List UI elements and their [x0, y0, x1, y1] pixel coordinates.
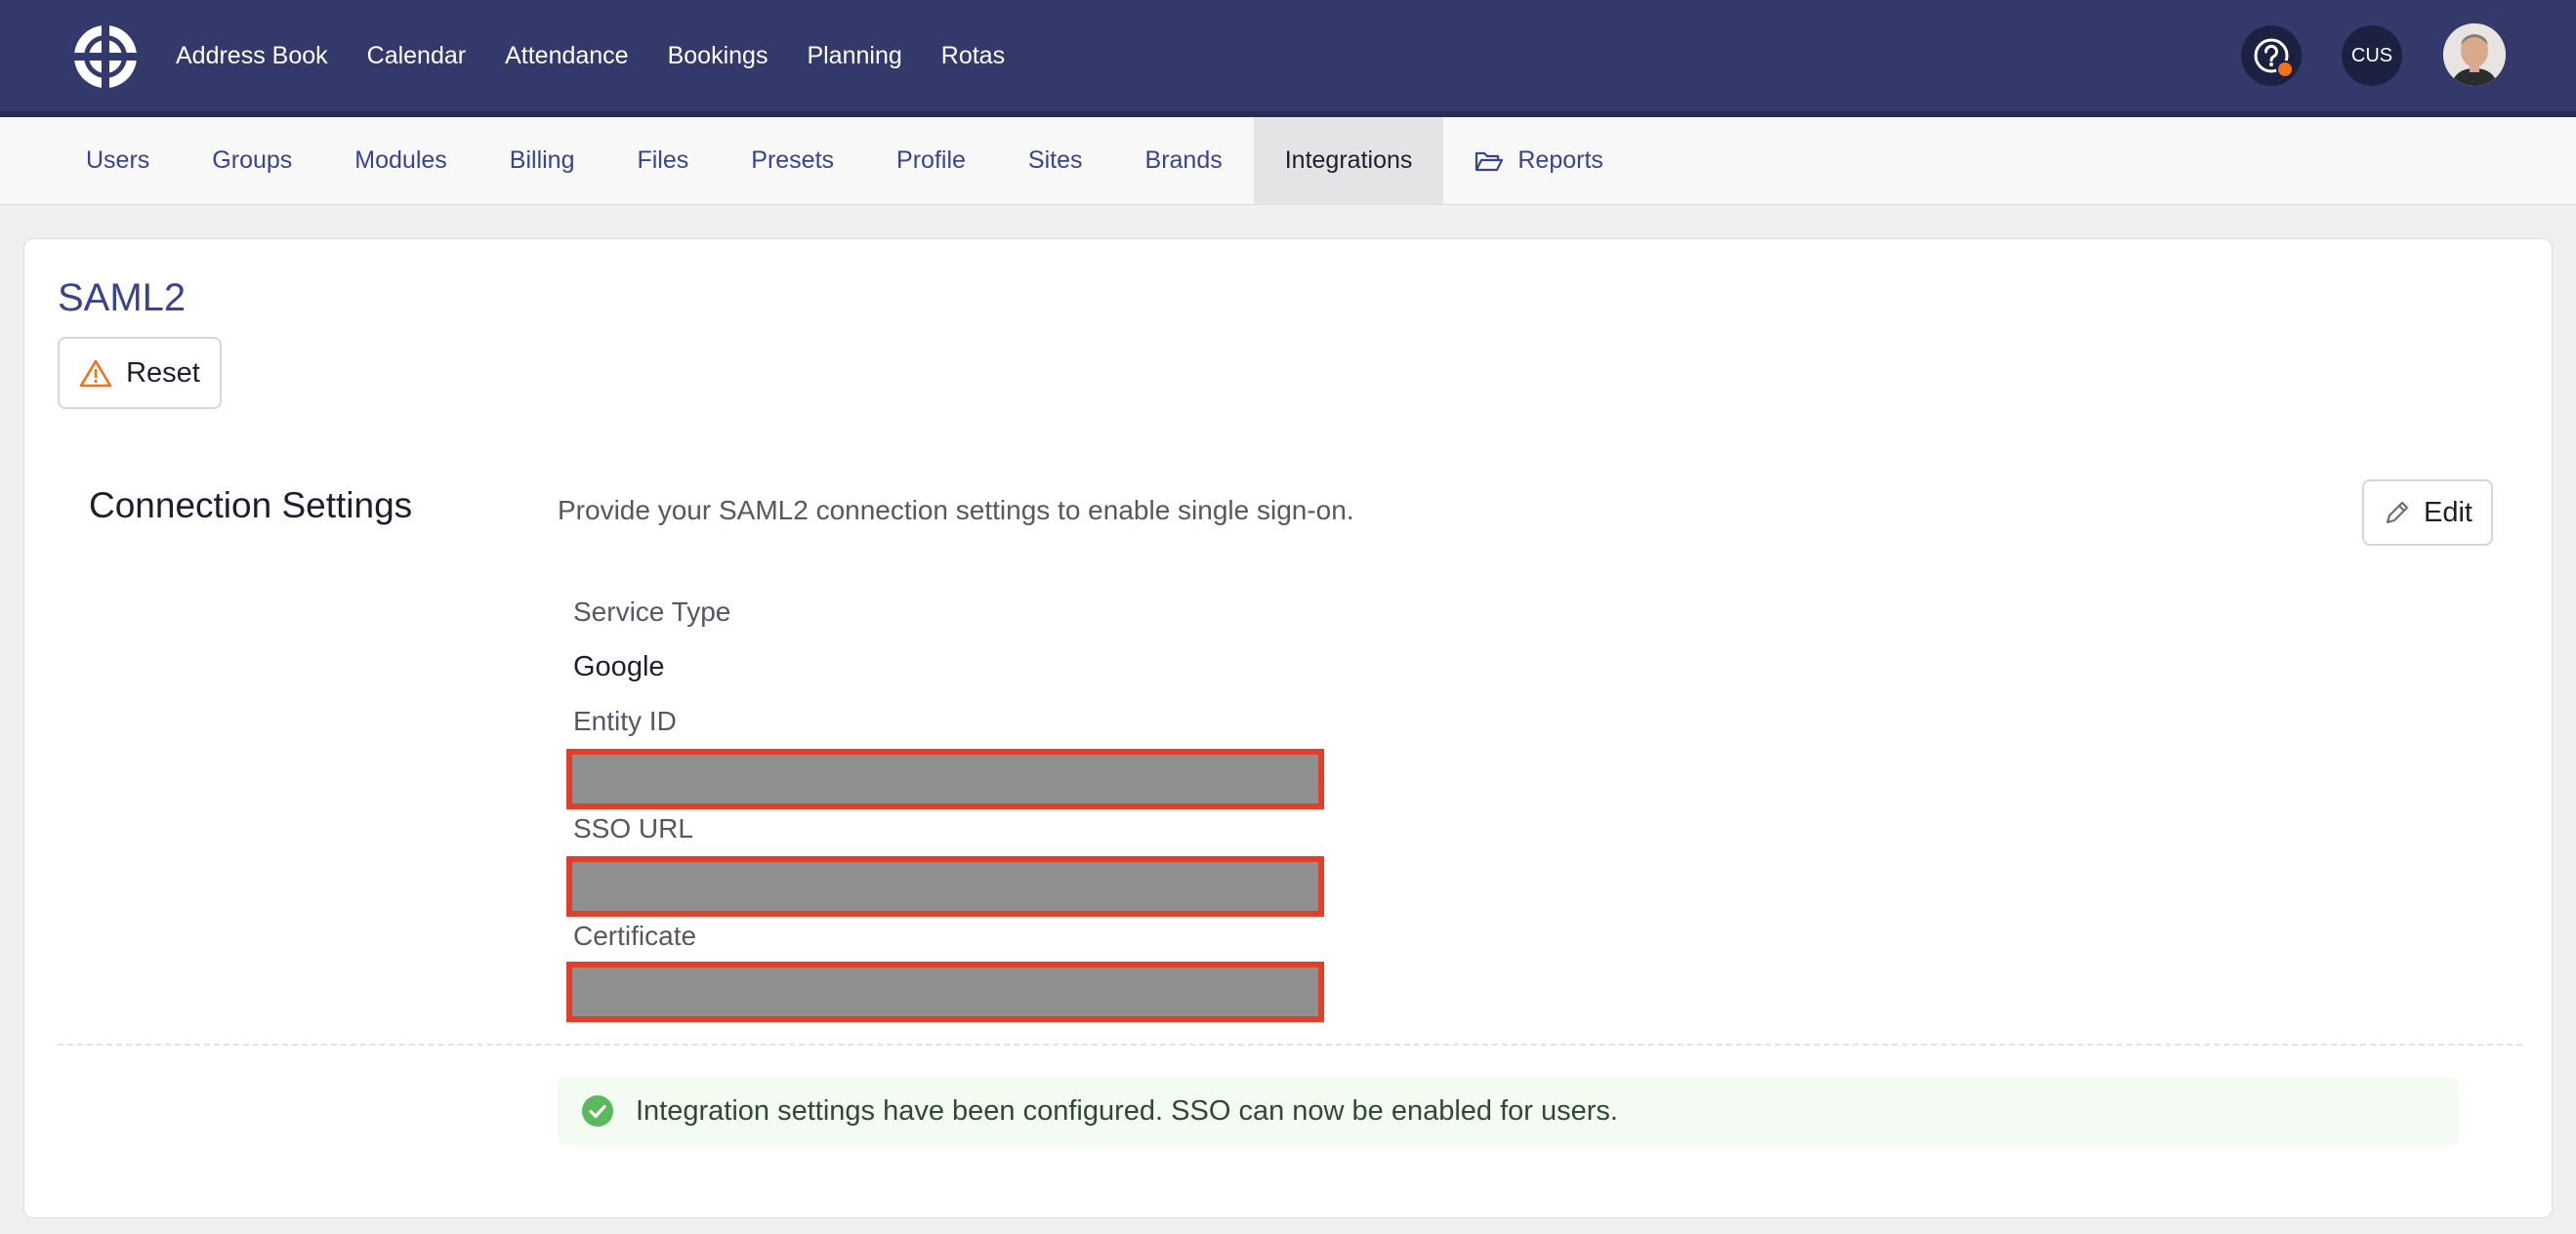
reset-button-label: Reset — [126, 356, 200, 389]
sso-url-redacted-value — [566, 856, 1324, 917]
success-message-text: Integration settings have been configure… — [636, 1094, 1618, 1127]
user-avatar[interactable] — [2443, 23, 2506, 86]
connection-settings-description: Provide your SAML2 connection settings t… — [558, 495, 1354, 525]
tab-reports[interactable]: Reports — [1443, 117, 1635, 204]
tab-brands[interactable]: Brands — [1114, 117, 1254, 204]
nav-planning[interactable]: Planning — [807, 42, 901, 70]
tab-groups[interactable]: Groups — [181, 117, 323, 204]
sso-url-label: SSO URL — [573, 813, 693, 843]
pencil-icon — [2386, 501, 2409, 524]
tab-modules[interactable]: Modules — [323, 117, 478, 204]
tab-files[interactable]: Files — [605, 117, 720, 204]
section-divider — [58, 1044, 2522, 1046]
service-type-value: Google — [573, 651, 665, 682]
tab-users[interactable]: Users — [55, 117, 181, 204]
connection-settings-heading: Connection Settings — [89, 485, 413, 525]
check-circle-icon — [582, 1095, 613, 1127]
folder-open-icon — [1475, 151, 1504, 171]
nav-calendar[interactable]: Calendar — [367, 42, 466, 70]
tab-reports-label: Reports — [1517, 146, 1603, 174]
top-bar: Address Book Calendar Attendance Booking… — [0, 0, 2576, 117]
saml2-settings-card: SAML2 Reset Connection Settings Provide … — [23, 238, 2553, 1218]
entity-id-redacted-value — [566, 749, 1324, 809]
reset-button[interactable]: Reset — [58, 337, 222, 409]
page-title: SAML2 — [58, 276, 187, 319]
edit-button-label: Edit — [2424, 496, 2472, 528]
nav-rotas[interactable]: Rotas — [941, 42, 1005, 70]
help-button[interactable] — [2241, 25, 2302, 86]
success-message: Integration settings have been configure… — [558, 1077, 2458, 1145]
main-nav: Address Book Calendar Attendance Booking… — [176, 0, 1044, 111]
app-logo-icon[interactable] — [72, 23, 139, 90]
tab-integrations[interactable]: Integrations — [1253, 117, 1444, 204]
tab-billing[interactable]: Billing — [478, 117, 606, 204]
tab-presets[interactable]: Presets — [720, 117, 865, 204]
tab-sites[interactable]: Sites — [997, 117, 1114, 204]
entity-id-label: Entity ID — [573, 706, 677, 736]
certificate-label: Certificate — [573, 921, 697, 951]
warning-triangle-icon — [79, 359, 112, 388]
settings-tab-bar: Users Groups Modules Billing Files Prese… — [0, 117, 2576, 205]
nav-address-book[interactable]: Address Book — [176, 42, 328, 70]
certificate-redacted-value — [566, 962, 1324, 1022]
nav-attendance[interactable]: Attendance — [505, 42, 629, 70]
tab-profile[interactable]: Profile — [865, 117, 997, 204]
account-switcher-button[interactable]: CUS — [2342, 25, 2402, 86]
service-type-label: Service Type — [573, 596, 731, 627]
nav-bookings[interactable]: Bookings — [668, 42, 769, 70]
notification-dot — [2276, 61, 2294, 78]
edit-button[interactable]: Edit — [2362, 479, 2493, 546]
